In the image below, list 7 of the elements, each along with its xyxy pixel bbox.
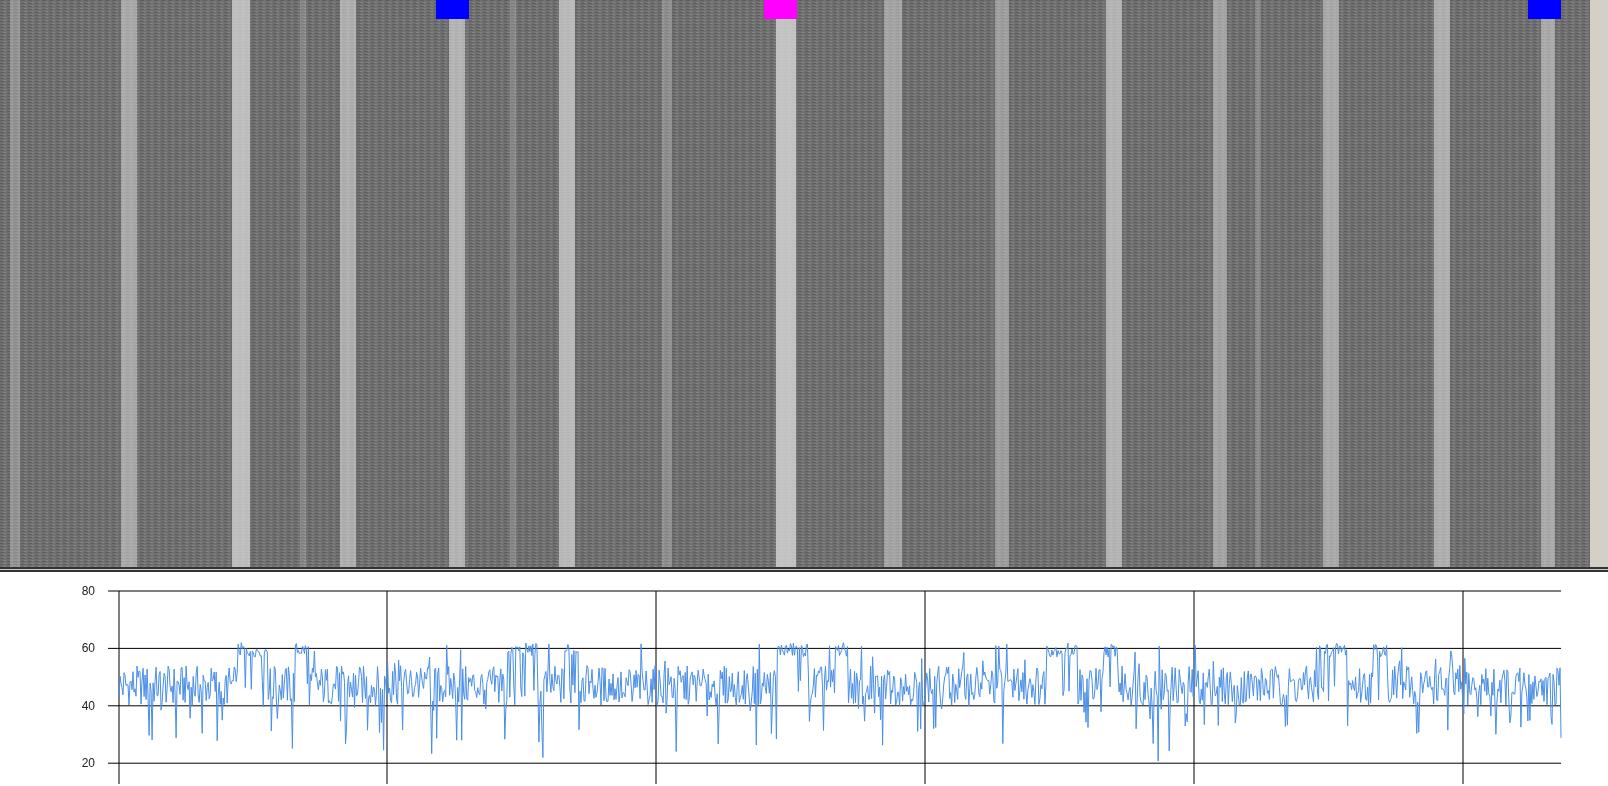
channel-marker[interactable] xyxy=(764,0,797,19)
y-axis-label: 40 xyxy=(81,698,95,713)
y-axis-label: 60 xyxy=(81,641,95,656)
y-axis-label: 20 xyxy=(81,756,95,771)
channel-marker[interactable] xyxy=(436,0,469,19)
channel-marker[interactable] xyxy=(1528,0,1561,19)
y-axis-label: 80 xyxy=(81,584,95,598)
